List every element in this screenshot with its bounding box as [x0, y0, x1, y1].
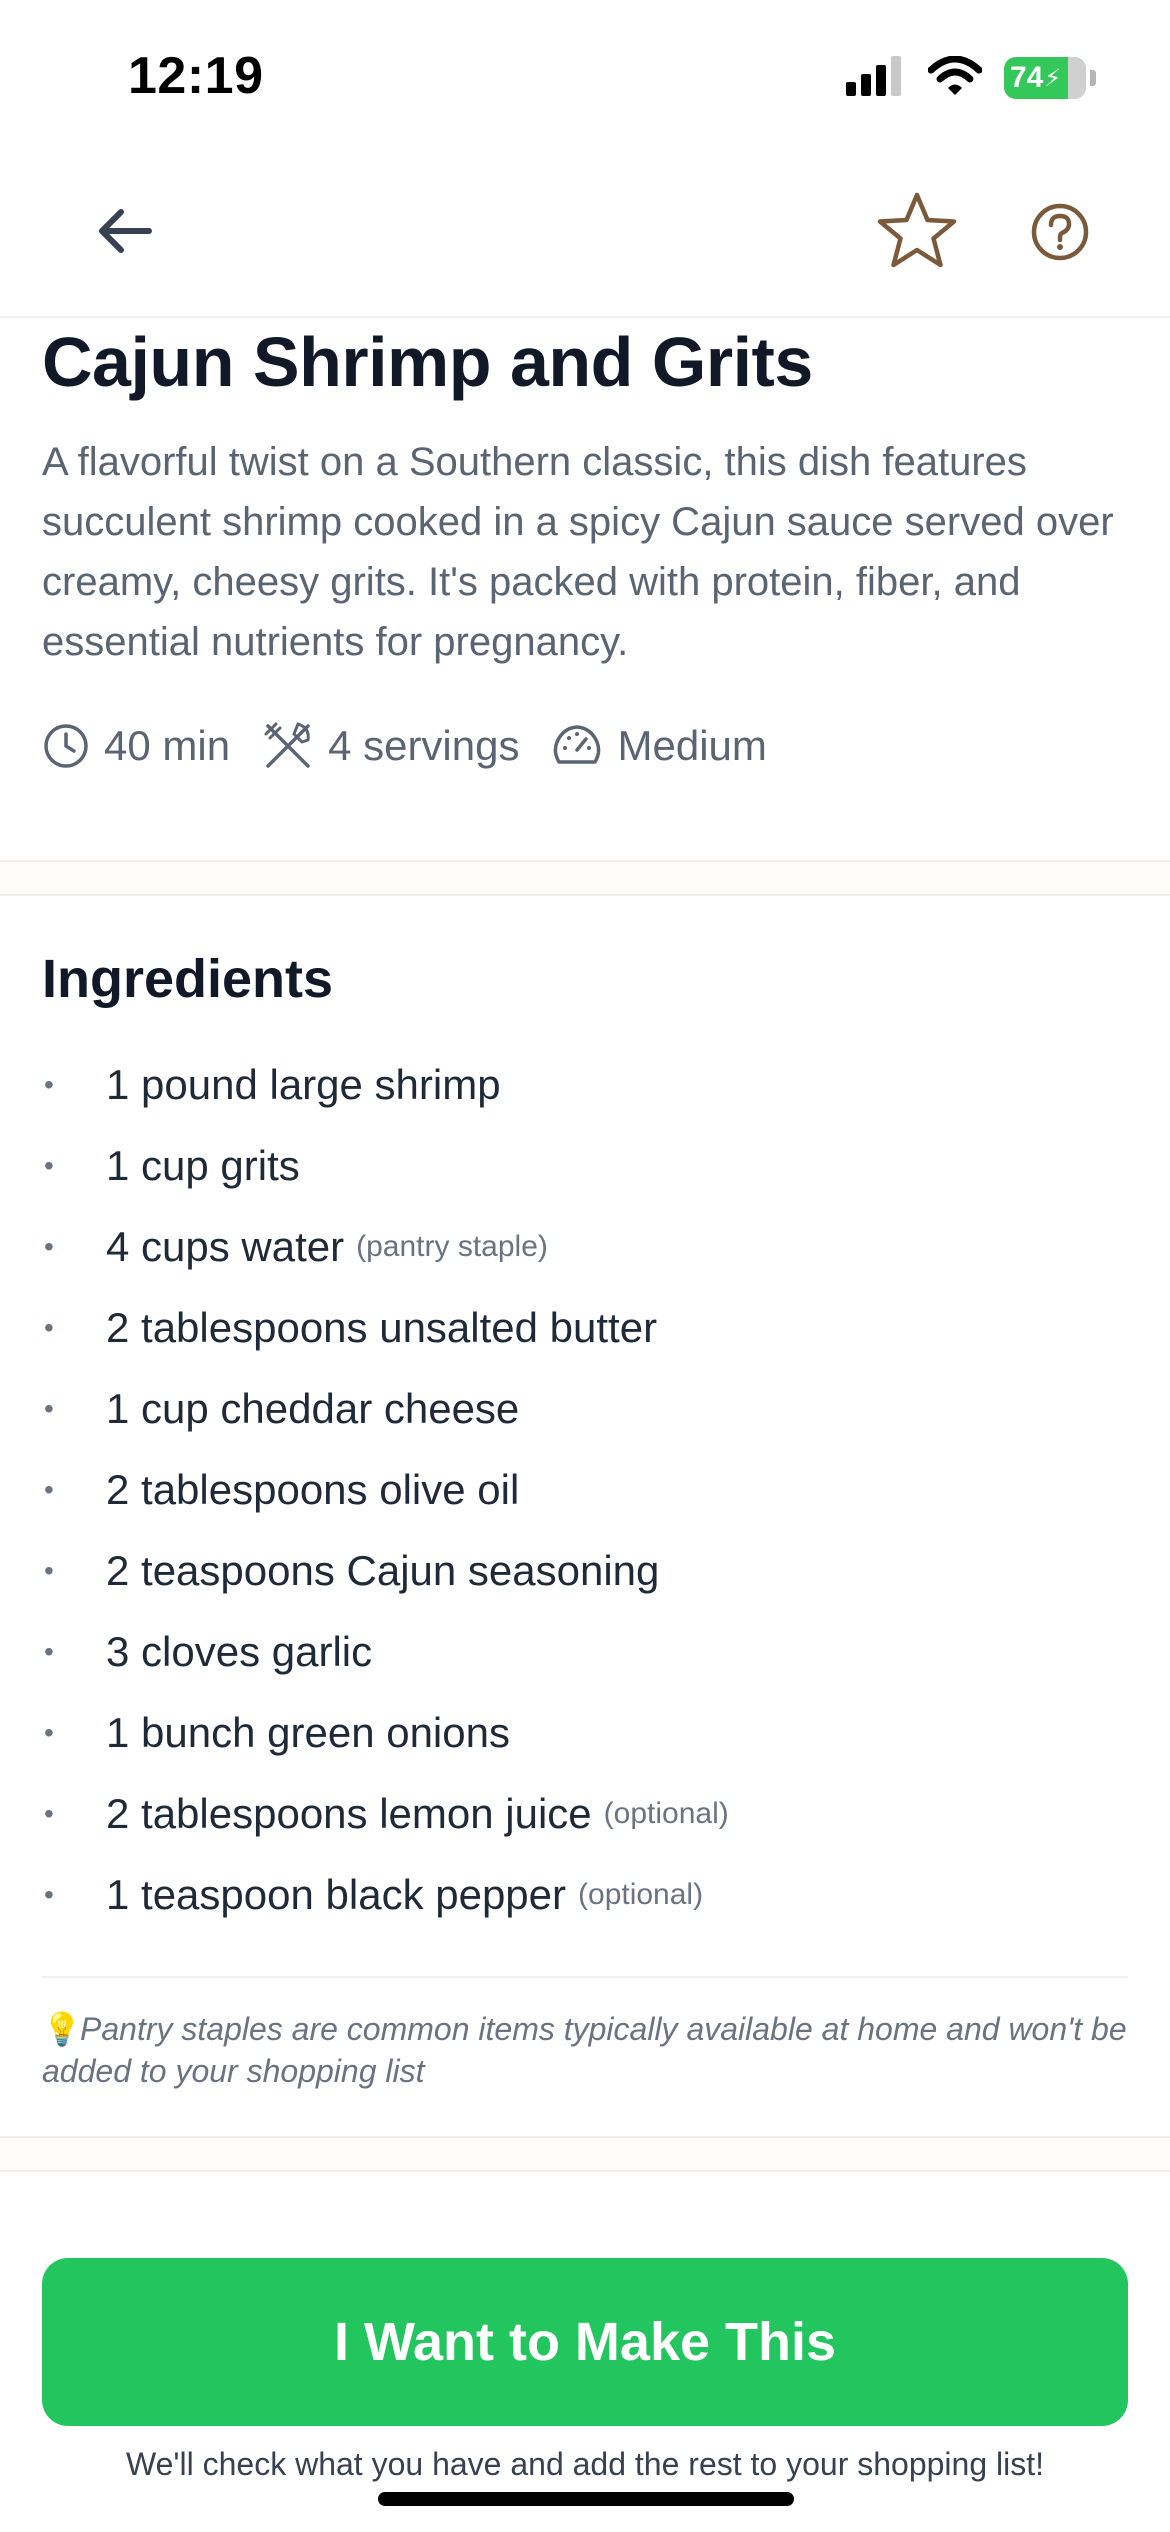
- question-circle-icon: [1031, 203, 1089, 261]
- ingredients-heading: Ingredients: [42, 949, 334, 1009]
- ingredient-item: • 1 cup cheddar cheese: [42, 1368, 1132, 1449]
- bullet-icon: •: [44, 1473, 54, 1505]
- ingredient-item: • 2 teaspoons Cajun seasoning: [42, 1530, 1132, 1611]
- status-icons: 74 ⚡: [846, 55, 1096, 101]
- ingredient-note: (optional): [603, 1796, 729, 1830]
- cook-time-label: 40 min: [104, 722, 231, 769]
- ingredient-text: 2 tablespoons unsalted butter: [106, 1303, 658, 1351]
- gauge-icon: [554, 725, 601, 764]
- bullet-icon: •: [44, 1635, 54, 1667]
- home-indicator[interactable]: [378, 2492, 794, 2506]
- ingredient-text: 4 cups water: [106, 1222, 345, 1270]
- section-divider: [0, 860, 1170, 896]
- ingredient-text: 1 cup grits: [106, 1141, 300, 1189]
- divider: [42, 1976, 1128, 1978]
- ingredient-note: (pantry staple): [356, 1229, 548, 1263]
- ingredient-item: • 1 bunch green onions: [42, 1692, 1132, 1773]
- status-time: 12:19: [128, 47, 264, 105]
- ingredient-text: 1 cup cheddar cheese: [106, 1384, 520, 1432]
- recipe-title: Cajun Shrimp and Grits: [42, 323, 813, 401]
- pantry-note: 💡Pantry staples are common items typical…: [42, 2008, 1142, 2092]
- bullet-icon: •: [44, 1068, 54, 1100]
- ingredient-item: • 1 cup grits: [42, 1125, 1132, 1206]
- recipe-description: A flavorful twist on a Southern classic,…: [42, 440, 1114, 664]
- difficulty-label: Medium: [617, 722, 767, 769]
- help-button[interactable]: [1024, 196, 1096, 268]
- ingredient-item: • 2 tablespoons lemon juice (optional): [42, 1773, 1132, 1854]
- ingredient-item: • 4 cups water (pantry staple): [42, 1206, 1132, 1287]
- ingredient-item: • 1 pound large shrimp: [42, 1044, 1132, 1125]
- back-button[interactable]: [90, 196, 160, 266]
- cook-time: 40 min: [42, 722, 230, 770]
- wifi-icon: [927, 55, 983, 101]
- lightbulb-icon: 💡: [42, 2011, 82, 2047]
- arrow-left-icon: [99, 209, 152, 253]
- ingredients-list: • 1 pound large shrimp • 1 cup grits • 4 cups…: [42, 1044, 1132, 1935]
- bullet-icon: •: [44, 1878, 54, 1910]
- star-outline-icon: [877, 192, 957, 268]
- ingredient-item: • 3 cloves garlic: [42, 1611, 1132, 1692]
- ingredient-text: 1 teaspoon black pepper: [106, 1870, 567, 1918]
- bullet-icon: •: [44, 1311, 54, 1343]
- bullet-icon: •: [44, 1797, 54, 1829]
- bullet-icon: •: [44, 1716, 54, 1748]
- utensils-icon: [264, 722, 310, 768]
- ingredient-note: (optional): [578, 1877, 704, 1911]
- ingredient-text: 2 tablespoons lemon juice: [106, 1789, 592, 1837]
- ingredient-item: • 1 teaspoon black pepper (optional): [42, 1854, 1132, 1935]
- battery-level: 74: [1010, 61, 1044, 94]
- status-bar: 12:19 74 ⚡: [0, 0, 1170, 150]
- servings-label: 4 servings: [328, 722, 520, 769]
- bullet-icon: •: [44, 1392, 54, 1424]
- battery-icon: 74 ⚡: [1004, 57, 1096, 99]
- servings: 4 servings: [262, 720, 519, 772]
- ingredient-item: • 2 tablespoons olive oil: [42, 1449, 1132, 1530]
- bullet-icon: •: [44, 1554, 54, 1586]
- pantry-note-text: Pantry staples are common items typicall…: [42, 2011, 1127, 2089]
- bullet-icon: •: [44, 1149, 54, 1181]
- ingredient-text: 3 cloves garlic: [106, 1627, 373, 1675]
- make-this-button[interactable]: I Want to Make This: [42, 2258, 1128, 2426]
- bullet-icon: •: [44, 1230, 54, 1262]
- charging-bolt-icon: ⚡: [1044, 64, 1062, 92]
- recipe-meta: 40 min 4 servings Medium: [42, 716, 799, 776]
- favorite-button[interactable]: [872, 186, 962, 276]
- ingredient-text: 2 teaspoons Cajun seasoning: [106, 1546, 660, 1594]
- ingredient-text: 2 tablespoons olive oil: [106, 1465, 520, 1513]
- section-divider: [0, 2136, 1170, 2172]
- ingredient-text: 1 bunch green onions: [106, 1708, 510, 1756]
- clock-icon: [44, 724, 88, 768]
- ingredient-text: 1 pound large shrimp: [106, 1060, 501, 1108]
- difficulty: Medium: [551, 722, 767, 770]
- cellular-signal-icon: [846, 55, 906, 101]
- cta-subtext: We'll check what you have and add the re…: [125, 2446, 1045, 2482]
- ingredient-item: • 2 tablespoons unsalted butter: [42, 1287, 1132, 1368]
- nav-bar: [0, 150, 1170, 318]
